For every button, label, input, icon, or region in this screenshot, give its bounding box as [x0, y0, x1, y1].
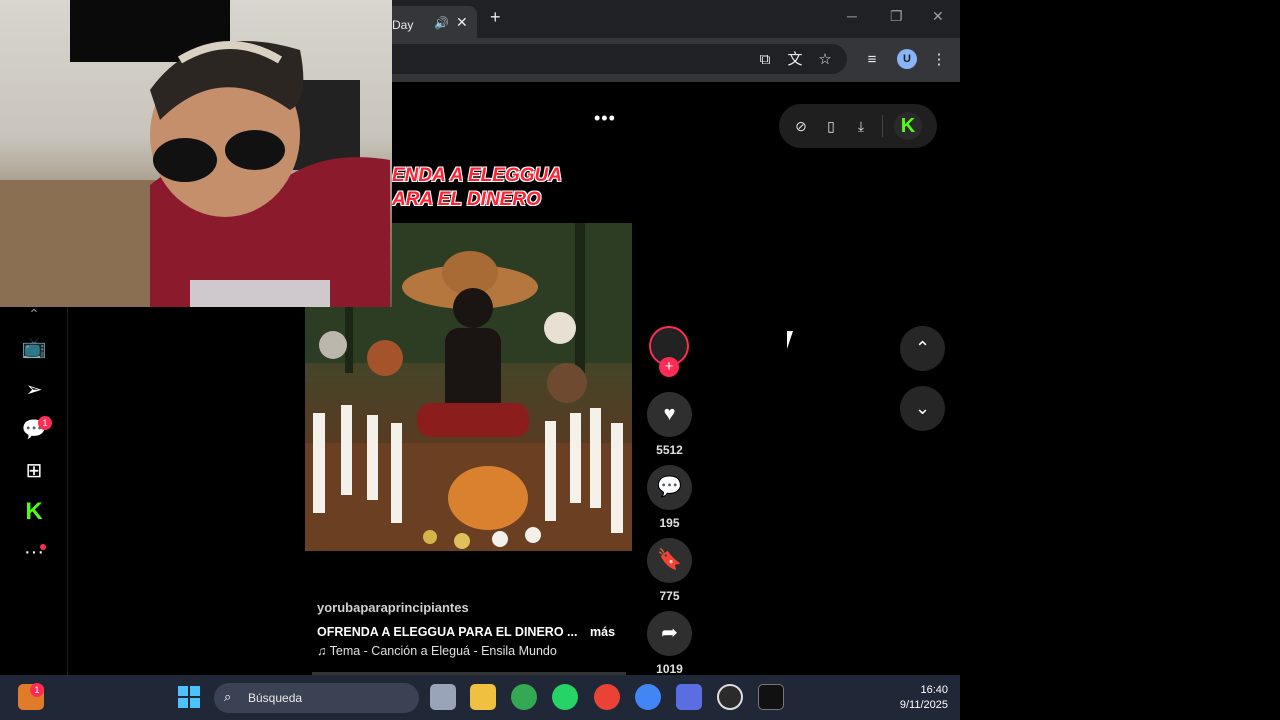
taskbar-search[interactable]: ⌕ Búsqueda [214, 683, 419, 713]
divider [882, 115, 883, 137]
browser-menu-icon[interactable]: ⋮ [929, 50, 949, 70]
close-tab-icon[interactable]: ✕ [456, 14, 468, 31]
search-placeholder: Búsqueda [248, 691, 303, 705]
shares-count: 1019 [656, 662, 683, 676]
compass-icon[interactable]: ⊘ [791, 116, 811, 136]
whatsapp-icon[interactable] [552, 684, 578, 710]
share-arrow-icon[interactable]: ➦ [647, 611, 692, 656]
comments-count: 195 [659, 516, 680, 530]
terminal-icon[interactable] [758, 684, 784, 710]
chrome-profile-icon[interactable] [594, 684, 620, 710]
browser-tab-bar: Day 🔊 ✕ + ─ ❐ ✕ [392, 0, 960, 38]
browser-tab[interactable]: Day 🔊 ✕ [392, 6, 477, 38]
send-paper-plane-icon[interactable]: ➢ [20, 376, 48, 404]
speaker-icon[interactable]: 🔊 [434, 16, 449, 30]
likes-count: 5512 [656, 443, 683, 457]
address-bar[interactable] [392, 44, 847, 74]
chrome-profile-2-icon[interactable] [635, 684, 661, 710]
obs-icon[interactable] [717, 684, 743, 710]
bookmark-icon[interactable]: 🔖 [647, 538, 692, 583]
upload-plus-icon[interactable]: ⊞ [20, 457, 48, 485]
like-heart-icon[interactable]: ♥ [647, 392, 692, 437]
browser-toolbar: ⧉ 文 ☆ ≡ U ⋮ [392, 38, 960, 82]
profile-avatar[interactable]: U [897, 49, 917, 69]
download-icon[interactable]: ⤓ [851, 116, 871, 136]
video-overlay-title: ENDA A ELEGGUA ARA EL DINERO [392, 82, 632, 212]
mouse-cursor [787, 331, 799, 349]
kick-logo-icon[interactable]: K [894, 112, 922, 140]
translate-icon[interactable]: 文 [785, 50, 805, 70]
system-clock[interactable]: 16:40 9/11/2025 [868, 683, 948, 713]
more-button[interactable]: más [590, 625, 615, 639]
comment-bubble-icon[interactable]: 💬 [647, 465, 692, 510]
notification-dot [40, 544, 46, 550]
widgets-badge: 1 [30, 683, 44, 697]
restore-button[interactable]: ❐ [890, 8, 903, 25]
live-tv-icon[interactable]: 📺 [20, 334, 48, 362]
next-video-button[interactable]: ⌄ [900, 386, 945, 431]
bookmark-star-icon[interactable]: ☆ [815, 50, 835, 70]
install-app-icon[interactable]: ⧉ [755, 50, 775, 70]
clock-time: 16:40 [920, 684, 948, 696]
video-username[interactable]: yorubaparaprincipiantes [317, 600, 469, 615]
taskbar: 1 ⌕ Búsqueda 16:40 9/11/2025 [0, 675, 960, 720]
overlay-title-line-1: ENDA A ELEGGUA [392, 165, 562, 186]
tab-title: Day [392, 18, 414, 32]
close-window-button[interactable]: ✕ [932, 8, 944, 25]
minimize-button[interactable]: ─ [847, 8, 857, 24]
task-view-icon[interactable] [430, 684, 456, 710]
more-dots-icon[interactable]: ··· [20, 538, 48, 566]
search-icon: ⌕ [224, 689, 232, 704]
streamer-video [0, 0, 390, 307]
kick-icon[interactable]: K [20, 498, 48, 526]
clock-date: 9/11/2025 [899, 699, 948, 711]
app-icon[interactable] [676, 684, 702, 710]
music-track[interactable]: ♫ Tema - Canción a Eleguá - Ensila Mundo [317, 644, 557, 658]
saves-count: 775 [659, 589, 680, 603]
screen: Day 🔊 ✕ + ─ ❐ ✕ ⧉ 文 ☆ ≡ U ⋮ ⌃ 📺 ➢ 💬 1 ⊞ … [0, 0, 1280, 720]
follow-plus-button[interactable]: + [659, 357, 679, 377]
extension-toolbar: ⊘ ▯ ⤓ K [779, 104, 937, 148]
phone-icon[interactable]: ▯ [821, 116, 841, 136]
new-tab-button[interactable]: + [490, 7, 501, 28]
chrome-icon[interactable] [511, 684, 537, 710]
file-explorer-icon[interactable] [470, 684, 496, 710]
messages-badge: 1 [38, 416, 52, 430]
previous-video-button[interactable]: ⌃ [900, 326, 945, 371]
webcam-overlay [0, 0, 392, 307]
windows-start-icon[interactable] [177, 685, 201, 709]
media-control-icon[interactable]: ≡ [862, 50, 882, 70]
video-description: OFRENDA A ELEGGUA PARA EL DINERO ... [317, 625, 578, 639]
overlay-title-line-2: ARA EL DINERO [392, 189, 541, 210]
